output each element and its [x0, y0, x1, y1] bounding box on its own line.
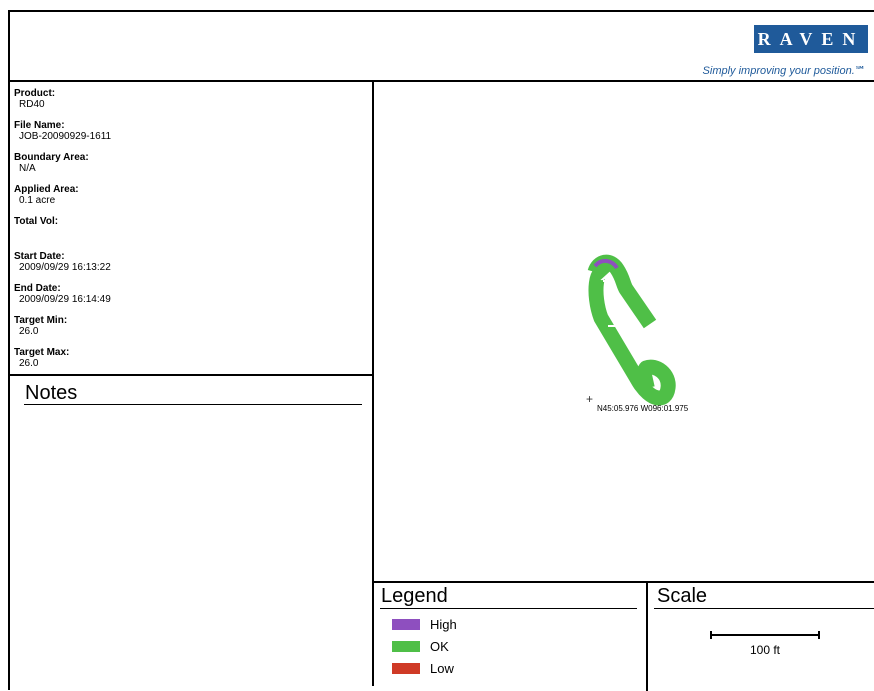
legend-label-high: High — [430, 617, 457, 632]
product-value: RD40 — [19, 99, 45, 110]
total-vol-label: Total Vol: — [14, 216, 59, 227]
boundary-area-label: Boundary Area: — [14, 152, 89, 163]
applied-area-label: Applied Area: — [14, 184, 79, 195]
logo-text: RAVEN — [757, 29, 865, 49]
file-name-value: JOB-20090929-1611 — [19, 131, 112, 142]
target-max-field: Target Max: 26.0 — [14, 347, 69, 369]
tagline: Simply improving your position.℠ — [702, 65, 866, 77]
target-max-label: Target Max: — [14, 347, 70, 358]
end-date-label: End Date: — [14, 283, 61, 294]
applied-area-field: Applied Area: 0.1 acre — [14, 184, 79, 206]
legend-item-high: High — [392, 617, 457, 632]
start-date-label: Start Date: — [14, 251, 65, 262]
map-coordinate-label: N45:05.976 W096:01.975 — [597, 404, 689, 413]
legend-swatch-low — [392, 663, 420, 674]
scale-panel: Scale 100 ft — [648, 581, 874, 691]
target-min-label: Target Min: — [14, 315, 68, 326]
target-max-value: 26.0 — [19, 358, 39, 369]
end-date-field: End Date: 2009/09/29 16:14:49 — [14, 283, 111, 305]
legend-label-ok: OK — [430, 639, 449, 654]
boundary-area-value: N/A — [19, 163, 36, 174]
notes-divider — [24, 404, 362, 405]
legend-panel: Legend High OK Low — [374, 581, 648, 691]
legend-item-ok: OK — [392, 639, 449, 654]
scale-label: 100 ft — [749, 643, 781, 657]
legend-swatch-high — [392, 619, 420, 630]
legend-divider — [380, 608, 637, 609]
coverage-map — [587, 254, 676, 406]
file-name-field: File Name: JOB-20090929-1611 — [14, 120, 111, 142]
map-gap-mark — [603, 280, 610, 282]
notes-title: Notes — [25, 382, 78, 404]
product-field: Product: RD40 — [14, 88, 55, 110]
boundary-area-field: Boundary Area: N/A — [14, 152, 89, 174]
start-date-value: 2009/09/29 16:13:22 — [19, 262, 111, 273]
legend-swatch-ok — [392, 641, 420, 652]
scale-title: Scale — [657, 585, 708, 607]
map-gap-mark — [608, 325, 615, 327]
target-min-value: 26.0 — [19, 326, 39, 337]
legend-title: Legend — [381, 585, 448, 607]
file-name-label: File Name: — [14, 120, 65, 131]
applied-area-value: 0.1 acre — [19, 195, 56, 206]
job-info-panel: Product: RD40 File Name: JOB-20090929-16… — [10, 82, 374, 376]
target-min-field: Target Min: 26.0 — [14, 315, 67, 337]
legend-label-low: Low — [430, 661, 454, 676]
raven-logo: RAVEN — [754, 25, 868, 53]
scale-divider — [654, 608, 874, 609]
product-label: Product: — [14, 88, 56, 99]
map-origin-marker: + — [586, 392, 594, 406]
total-vol-field: Total Vol: — [14, 216, 58, 227]
scale-bar — [710, 631, 820, 639]
end-date-value: 2009/09/29 16:14:49 — [19, 294, 111, 305]
start-date-field: Start Date: 2009/09/29 16:13:22 — [14, 251, 111, 273]
legend-item-low: Low — [392, 661, 454, 676]
notes-panel: Notes — [10, 376, 374, 686]
